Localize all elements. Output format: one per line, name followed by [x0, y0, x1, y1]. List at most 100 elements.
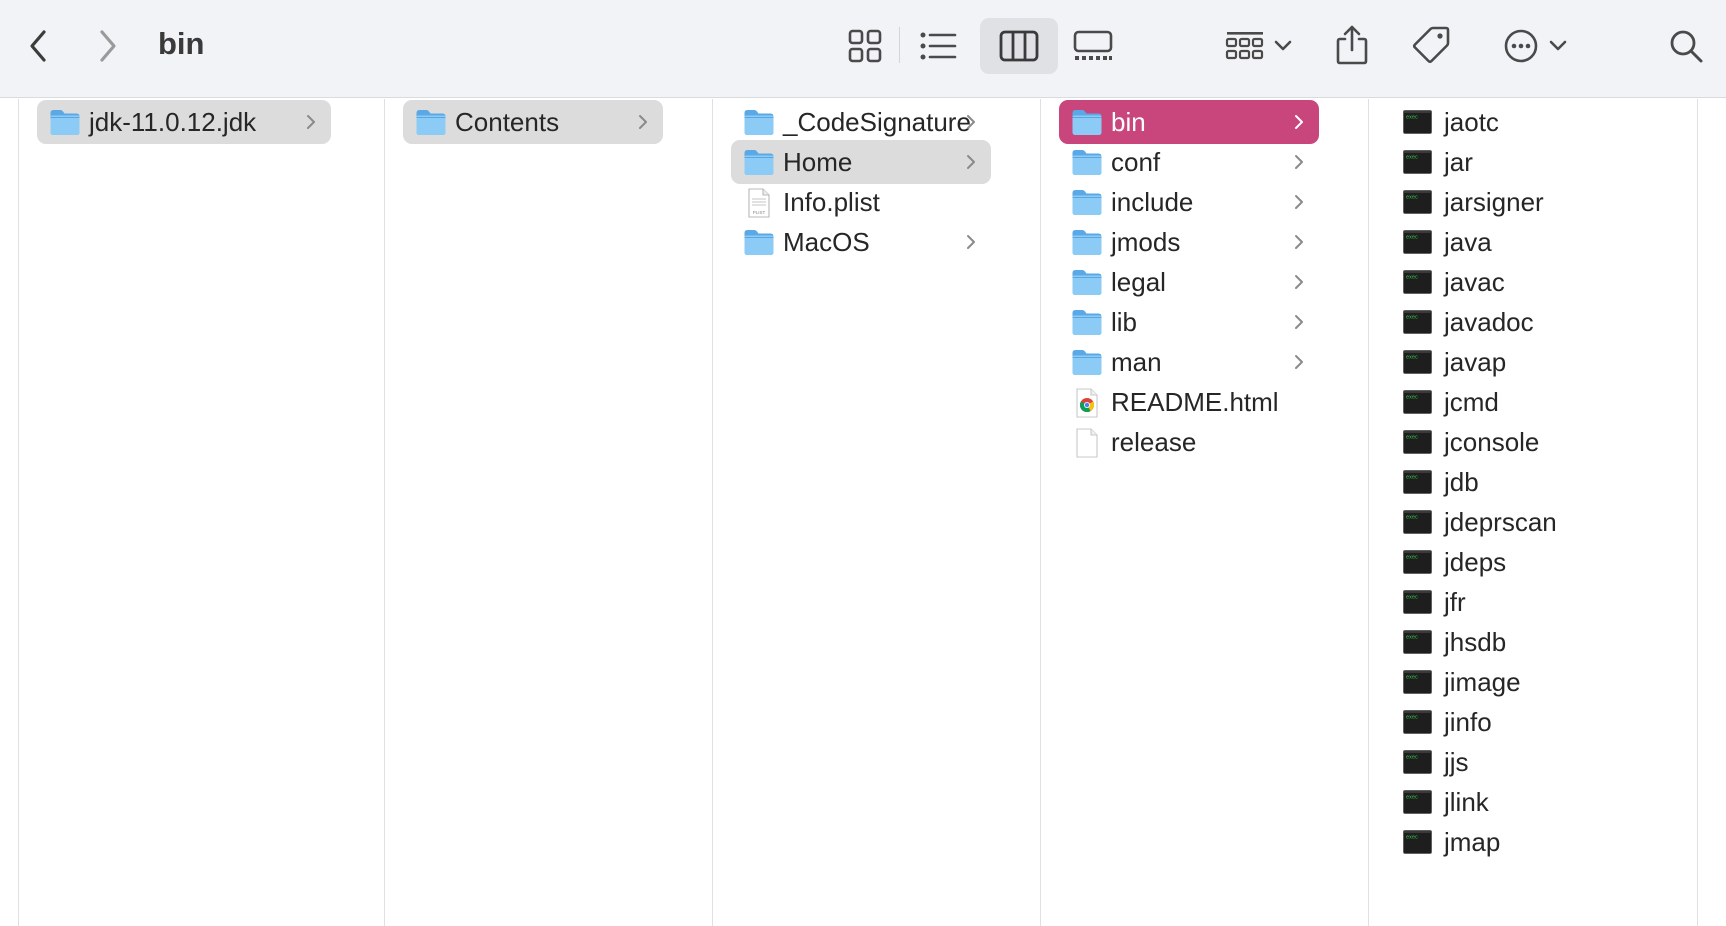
terminal-exec-icon: exec — [1403, 670, 1432, 694]
column-5[interactable]: exec jaotc exec jar exec jarsigner exec … — [1369, 99, 1698, 926]
folder-icon — [1071, 188, 1103, 216]
file-row[interactable]: exec jarsigner — [1369, 180, 1669, 224]
disclosure-chevron-icon — [965, 233, 977, 251]
column-4[interactable]: bin conf include jmods legal lib man REA… — [1041, 99, 1369, 926]
file-row[interactable]: exec jaotc — [1369, 100, 1669, 144]
terminal-exec-icon: exec — [1403, 190, 1432, 214]
folder-row[interactable]: MacOS — [731, 220, 991, 264]
item-label: man — [1111, 347, 1162, 377]
list-view-button[interactable] — [916, 24, 960, 68]
icon-view-button[interactable] — [843, 24, 887, 68]
column-browser: jdk-11.0.12.jdk Contents _CodeSignature … — [0, 99, 1726, 926]
svg-text:exec: exec — [1406, 515, 1418, 521]
file-row[interactable]: exec jfr — [1369, 580, 1669, 624]
svg-text:exec: exec — [1406, 675, 1418, 681]
svg-text:exec: exec — [1406, 115, 1418, 121]
folder-row[interactable]: jdk-11.0.12.jdk — [37, 100, 331, 144]
item-label: javap — [1444, 347, 1507, 377]
terminal-exec-icon: exec — [1403, 790, 1432, 814]
column-2[interactable]: Contents — [385, 99, 713, 926]
file-row[interactable]: exec jdb — [1369, 460, 1669, 504]
item-label: jdeprscan — [1444, 507, 1557, 537]
column-view-button[interactable] — [980, 18, 1058, 74]
svg-text:exec: exec — [1406, 555, 1418, 561]
item-label: jjs — [1444, 747, 1469, 777]
more-actions-button[interactable] — [1494, 24, 1576, 68]
file-row[interactable]: release — [1059, 420, 1319, 464]
file-row[interactable]: exec jlink — [1369, 780, 1669, 824]
file-row[interactable]: exec jjs — [1369, 740, 1669, 784]
svg-text:exec: exec — [1406, 155, 1418, 161]
chevron-left-icon — [30, 30, 46, 62]
terminal-exec-icon: exec — [1403, 590, 1432, 614]
ellipsis-circle-icon — [1504, 29, 1538, 63]
back-button[interactable] — [22, 26, 54, 66]
item-label: release — [1111, 427, 1197, 457]
svg-text:exec: exec — [1406, 395, 1418, 401]
item-label: MacOS — [783, 227, 870, 257]
file-row[interactable]: exec jhsdb — [1369, 620, 1669, 664]
file-row[interactable]: exec jmap — [1369, 820, 1669, 864]
file-row[interactable]: exec jcmd — [1369, 380, 1669, 424]
folder-row[interactable]: man — [1059, 340, 1319, 384]
folder-row[interactable]: include — [1059, 180, 1319, 224]
terminal-exec-icon: exec — [1403, 270, 1432, 294]
tags-button[interactable] — [1408, 22, 1454, 68]
search-button[interactable] — [1664, 24, 1708, 68]
item-label: include — [1111, 187, 1194, 217]
file-row[interactable]: exec jconsole — [1369, 420, 1669, 464]
file-row[interactable]: exec jdeps — [1369, 540, 1669, 584]
svg-text:exec: exec — [1406, 795, 1418, 801]
disclosure-chevron-icon — [1293, 353, 1305, 371]
svg-text:exec: exec — [1406, 635, 1418, 641]
chrome-html-file-icon — [1071, 388, 1103, 418]
file-row[interactable]: exec java — [1369, 220, 1669, 264]
disclosure-chevron-icon — [965, 113, 977, 131]
folder-icon — [1071, 228, 1103, 256]
item-label: README.html — [1111, 387, 1279, 417]
folder-row[interactable]: Home — [731, 140, 991, 184]
window-title: bin — [158, 26, 205, 61]
column-3[interactable]: _CodeSignature Home PLIST Info.plist Mac… — [713, 99, 1041, 926]
folder-row[interactable]: _CodeSignature — [731, 100, 991, 144]
forward-button[interactable] — [92, 26, 124, 66]
svg-text:exec: exec — [1406, 475, 1418, 481]
disclosure-chevron-icon — [305, 113, 317, 131]
column-1[interactable]: jdk-11.0.12.jdk — [19, 99, 385, 926]
gallery-view-button[interactable] — [1070, 24, 1116, 68]
svg-text:exec: exec — [1406, 355, 1418, 361]
file-row[interactable]: exec jinfo — [1369, 700, 1669, 744]
svg-text:exec: exec — [1406, 715, 1418, 721]
item-label: javac — [1444, 267, 1505, 297]
toolbar: bin — [0, 0, 1726, 98]
item-label: jconsole — [1444, 427, 1540, 457]
terminal-exec-icon: exec — [1403, 710, 1432, 734]
file-row[interactable]: exec jar — [1369, 140, 1669, 184]
item-label: conf — [1111, 147, 1161, 177]
group-button[interactable] — [1218, 24, 1298, 68]
svg-text:exec: exec — [1406, 595, 1418, 601]
terminal-exec-icon: exec — [1403, 630, 1432, 654]
folder-icon — [743, 148, 775, 176]
file-row[interactable]: exec jimage — [1369, 660, 1669, 704]
share-button[interactable] — [1330, 20, 1374, 70]
file-row[interactable]: PLIST Info.plist — [731, 180, 991, 224]
grid-icon — [848, 29, 882, 63]
file-row[interactable]: exec javadoc — [1369, 300, 1669, 344]
svg-text:exec: exec — [1406, 195, 1418, 201]
folder-row[interactable]: lib — [1059, 300, 1319, 344]
folder-row[interactable]: conf — [1059, 140, 1319, 184]
folder-row[interactable]: Contents — [403, 100, 663, 144]
disclosure-chevron-icon — [1293, 153, 1305, 171]
folder-icon — [1071, 268, 1103, 296]
item-label: jdeps — [1444, 547, 1507, 577]
folder-row[interactable]: jmods — [1059, 220, 1319, 264]
svg-text:exec: exec — [1406, 435, 1418, 441]
file-row[interactable]: exec javap — [1369, 340, 1669, 384]
item-label: lib — [1111, 307, 1138, 337]
folder-row[interactable]: legal — [1059, 260, 1319, 304]
file-row[interactable]: exec javac — [1369, 260, 1669, 304]
file-row[interactable]: README.html — [1059, 380, 1319, 424]
file-row[interactable]: exec jdeprscan — [1369, 500, 1669, 544]
folder-row[interactable]: bin — [1059, 100, 1319, 144]
